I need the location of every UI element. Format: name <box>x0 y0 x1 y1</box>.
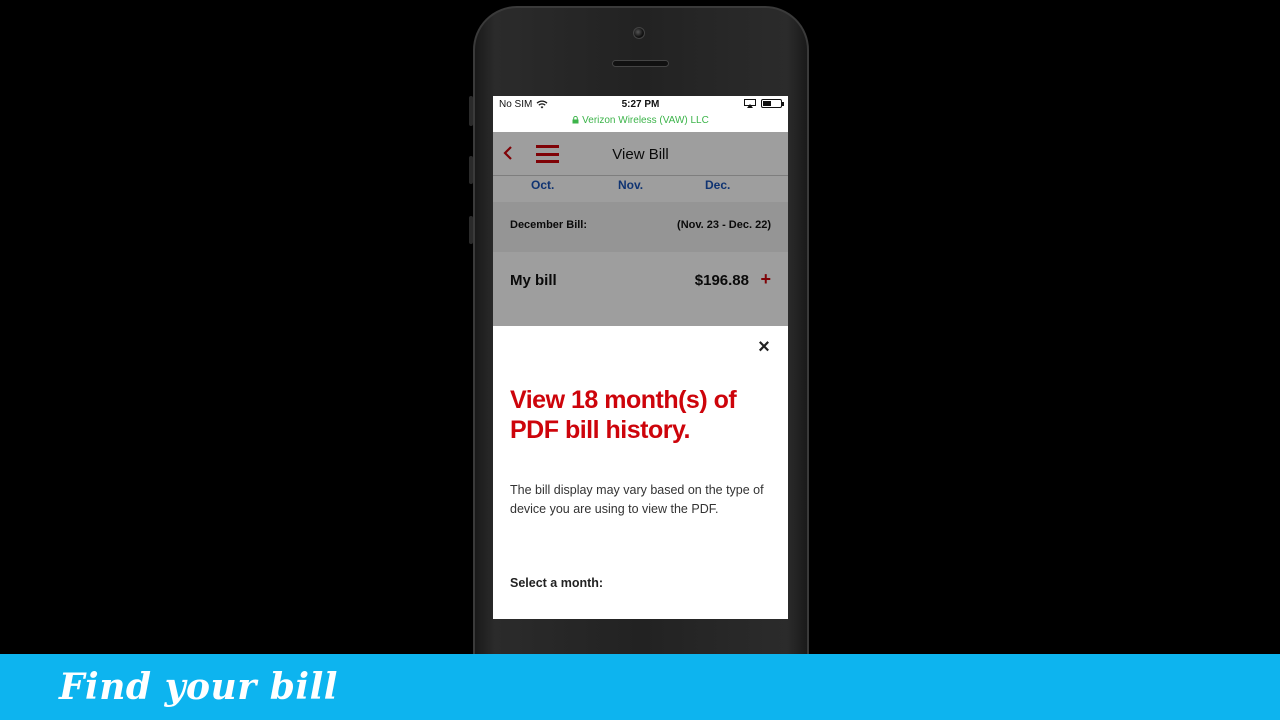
lock-icon <box>572 115 579 124</box>
secure-url[interactable]: Verizon Wireless (VAW) LLC <box>493 115 788 126</box>
pdf-history-modal: × View 18 month(s) of PDF bill history. … <box>493 326 788 619</box>
caption-banner: Find your bill <box>0 654 1280 720</box>
status-right <box>744 99 784 108</box>
url-text: Verizon Wireless (VAW) LLC <box>582 115 709 126</box>
close-icon[interactable]: × <box>755 337 773 357</box>
battery-fill <box>763 101 771 106</box>
phone-screen: No SIM 5:27 PM Verizon Wireless (VAW) LL… <box>493 96 788 619</box>
select-month-label: Select a month: <box>510 576 604 590</box>
status-bar: No SIM 5:27 PM Verizon Wireless (VAW) LL… <box>493 96 788 132</box>
airplay-icon <box>744 99 756 108</box>
front-camera <box>633 27 645 39</box>
volume-down-button <box>469 216 473 244</box>
earpiece-speaker <box>612 60 669 67</box>
modal-title: View 18 month(s) of PDF bill history. <box>510 386 737 444</box>
caption-text: Find your bill <box>59 666 338 708</box>
modal-description: The bill display may vary based on the t… <box>510 483 764 516</box>
volume-up-button <box>469 156 473 184</box>
battery-icon <box>761 99 784 108</box>
mute-switch <box>469 96 473 126</box>
